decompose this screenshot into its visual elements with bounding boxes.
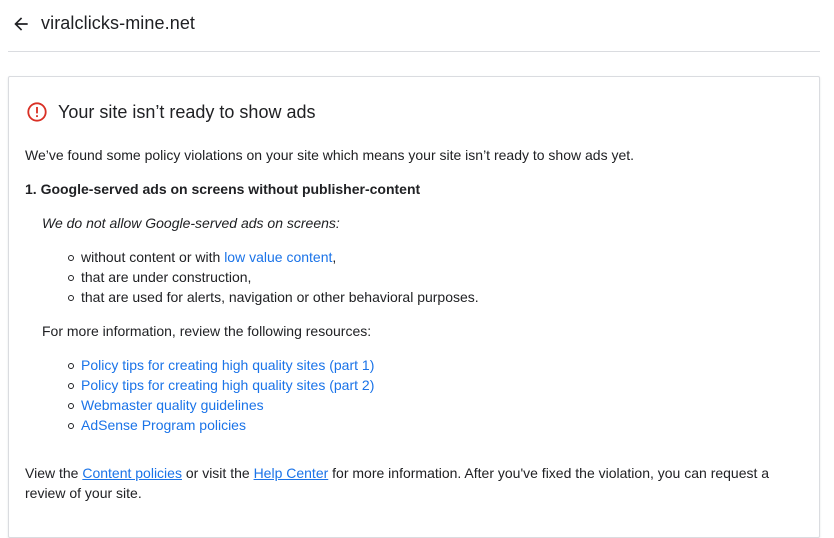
resource-link-policy-tips-part2[interactable]: Policy tips for creating high quality si… [81,377,374,393]
list-item: that are under construction, [67,267,479,287]
error-circle-icon [27,102,47,122]
section-heading: 1. Google-served ads on screens without … [25,181,421,197]
footer-part2: or visit the [181,465,254,481]
resource-link-adsense-policies[interactable]: AdSense Program policies [81,417,246,433]
intro-text: We’ve found some policy violations on yo… [25,147,635,163]
bullet-text: that are used for alerts, navigation or … [81,289,479,305]
content-policies-link[interactable]: Content policies [82,465,182,481]
help-center-link[interactable]: Help Center [254,465,329,481]
resources-list: Policy tips for creating high quality si… [67,355,374,435]
list-item: Webmaster quality guidelines [67,395,374,415]
policy-intro: We do not allow Google-served ads on scr… [42,215,340,231]
list-item: Policy tips for creating high quality si… [67,375,374,395]
policy-violation-card: Your site isn’t ready to show ads We’ve … [8,76,820,538]
list-item: Policy tips for creating high quality si… [67,355,374,375]
site-title: viralclicks-mine.net [41,13,196,33]
card-title: Your site isn’t ready to show ads [58,102,316,122]
list-item: AdSense Program policies [67,415,374,435]
footer-part1: View the [25,465,83,481]
low-value-content-link[interactable]: low value content [224,249,332,265]
list-item: without content or with low value conten… [67,247,479,267]
more-info-text: For more information, review the followi… [42,323,372,339]
bullet-suffix: , [332,249,337,265]
resource-link-policy-tips-part1[interactable]: Policy tips for creating high quality si… [81,357,374,373]
top-bar: viralclicks-mine.net [8,0,820,52]
footer-text: View the Content policies or visit the H… [25,463,805,503]
bullet-text: without content or with [81,249,225,265]
list-item: that are used for alerts, navigation or … [67,287,479,307]
policy-bullet-list: without content or with low value conten… [67,247,479,307]
arrow-back-icon [14,17,28,31]
back-button[interactable] [11,14,31,34]
resource-link-webmaster-guidelines[interactable]: Webmaster quality guidelines [81,397,264,413]
bullet-text: that are under construction, [81,269,252,285]
